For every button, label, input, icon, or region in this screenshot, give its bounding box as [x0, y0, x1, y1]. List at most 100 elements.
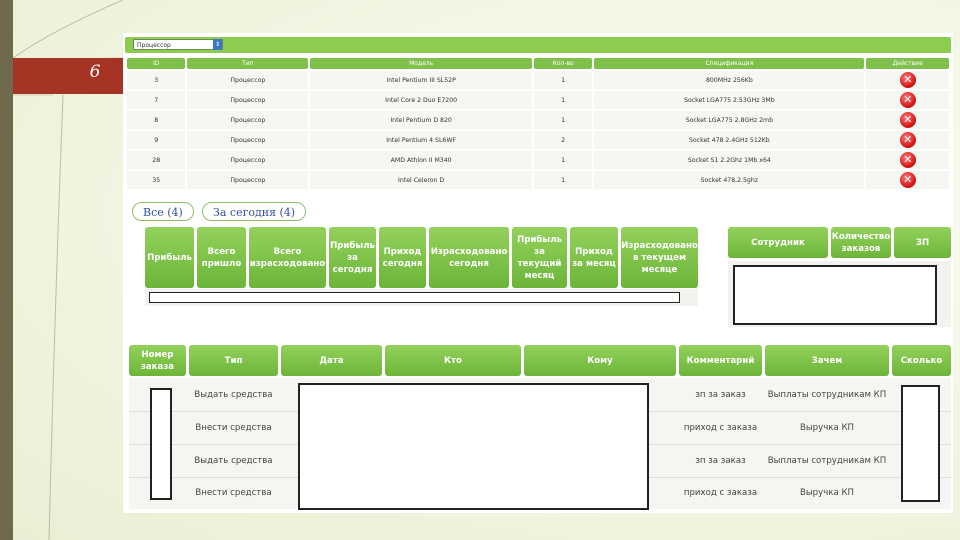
cell-type: Процессор: [187, 151, 309, 169]
cell-action: ✕: [866, 91, 949, 109]
ops-col-who: Кто: [385, 345, 521, 376]
cell-type: Процессор: [187, 71, 309, 89]
components-table: ID Тип Модель Кол-во Спецификация Действ…: [125, 56, 951, 191]
cell-model: Intel Core 2 Duo E7200: [310, 91, 532, 109]
cell-type: Процессор: [187, 171, 309, 189]
ops-cell-type: Выдать средства: [189, 379, 278, 411]
cell-spec: Socket 478 2.4GHz 512Kb: [594, 131, 865, 149]
cell-id: 8: [127, 111, 186, 129]
cell-id: 28: [127, 151, 186, 169]
cell-spec: Socket LGA775 2.8GHz 2mb: [594, 111, 865, 129]
col-spec[interactable]: Спецификация: [594, 58, 865, 69]
stats-col-profit-today: Прибыль за сегодня: [329, 227, 376, 288]
table-row: 35 Процессор Intel Celeron D 1 Socket 47…: [127, 171, 949, 189]
ops-col-to-whom: Кому: [524, 345, 676, 376]
order-number-redacted: [150, 388, 172, 500]
cell-spec: Socket S1 2.2Ghz 1Mb x64: [594, 151, 865, 169]
ops-col-comment: Комментарий: [679, 345, 762, 376]
cell-model: Intel Pentium 4 SL6WF: [310, 131, 532, 149]
col-type[interactable]: Тип: [187, 58, 309, 69]
emp-col-salary: ЗП: [894, 227, 951, 258]
stats-col-total-out: Всего израсходовано: [249, 227, 326, 288]
date-who-redacted: [298, 383, 649, 510]
cell-qty: 2: [533, 131, 593, 149]
ops-cell-type: Выдать средства: [189, 445, 278, 477]
cell-id: 9: [127, 131, 186, 149]
col-action: Действие: [866, 58, 949, 69]
delete-icon[interactable]: ✕: [899, 72, 916, 88]
emp-col-employee: Сотрудник: [728, 227, 828, 258]
ops-cell-purpose: Выручка КП: [765, 412, 889, 444]
ops-col-date: Дата: [281, 345, 382, 376]
cell-id: 3: [127, 71, 186, 89]
tab-all[interactable]: Все (4): [132, 202, 194, 221]
emp-col-order-count: Количество заказов: [831, 227, 891, 258]
ops-cell-type: Внести средства: [189, 412, 278, 444]
tab-today[interactable]: За сегодня (4): [202, 202, 307, 221]
cell-action: ✕: [866, 131, 949, 149]
ops-cell-purpose: Выплаты сотрудникам КП: [765, 379, 889, 411]
ops-cell-type: Внести средства: [189, 478, 278, 509]
cell-qty: 1: [533, 151, 593, 169]
cell-model: AMD Athlon II M340: [310, 151, 532, 169]
ops-cell-purpose: Выручка КП: [765, 478, 889, 509]
table-row: 9 Процессор Intel Pentium 4 SL6WF 2 Sock…: [127, 131, 949, 149]
emp-values-redacted: [733, 265, 937, 325]
delete-icon[interactable]: ✕: [899, 132, 916, 148]
ops-cell-comment: зп за заказ: [679, 445, 762, 477]
cell-qty: 1: [533, 71, 593, 89]
app-screenshot: Процессор ⇕ ID Тип Модель Кол-во Специфи…: [123, 33, 953, 513]
stats-col-out-today: Израсходовано сегодня: [429, 227, 509, 288]
col-qty[interactable]: Кол-во: [533, 58, 593, 69]
cell-action: ✕: [866, 171, 949, 189]
cell-action: ✕: [866, 71, 949, 89]
type-select-value: Процессор: [137, 42, 171, 49]
cell-spec: Socket 478,2.5ghz: [594, 171, 865, 189]
ops-cell-comment: зп за заказ: [679, 379, 762, 411]
ops-cell-comment: приход с заказа: [679, 478, 762, 509]
cell-id: 35: [127, 171, 186, 189]
col-id[interactable]: ID: [127, 58, 186, 69]
cell-model: Intel Pentium D 820: [310, 111, 532, 129]
ops-col-order-number: Номер заказа: [129, 345, 186, 376]
cell-spec: Socket LGA775 2.53GHz 3Mb: [594, 91, 865, 109]
stats-values-redacted: [149, 292, 680, 303]
delete-icon[interactable]: ✕: [899, 172, 916, 188]
stats-values-row: [145, 289, 698, 306]
stats-col-profit-month: Прибыль за текущий месяц: [512, 227, 567, 288]
cell-qty: 1: [533, 91, 593, 109]
table-row: 8 Процессор Intel Pentium D 820 1 Socket…: [127, 111, 949, 129]
stats-col-in-today: Приход сегодня: [379, 227, 426, 288]
cell-type: Процессор: [187, 131, 309, 149]
cell-type: Процессор: [187, 111, 309, 129]
table-row: 7 Процессор Intel Core 2 Duo E7200 1 Soc…: [127, 91, 949, 109]
stats-col-in-month: Приход за месяц: [570, 227, 618, 288]
cell-type: Процессор: [187, 91, 309, 109]
amount-redacted: [901, 385, 940, 502]
cell-qty: 1: [533, 111, 593, 129]
cell-qty: 1: [533, 171, 593, 189]
stats-col-profit: Прибыль: [145, 227, 194, 288]
table-row: 28 Процессор AMD Athlon II M340 1 Socket…: [127, 151, 949, 169]
ops-cell-comment: приход с заказа: [679, 412, 762, 444]
slide-number: 6: [89, 62, 101, 82]
cell-spec: 800MHz 256Kb: [594, 71, 865, 89]
ops-col-amount: Сколько: [892, 345, 951, 376]
table-row: 3 Процессор Intel Pentium III SL52P 1 80…: [127, 71, 949, 89]
col-model[interactable]: Модель: [310, 58, 532, 69]
ops-col-purpose: Зачем: [765, 345, 889, 376]
cell-action: ✕: [866, 151, 949, 169]
delete-icon[interactable]: ✕: [899, 112, 916, 128]
stats-col-total-in: Всего пришло: [197, 227, 246, 288]
cell-model: Intel Celeron D: [310, 171, 532, 189]
ops-col-type: Тип: [189, 345, 278, 376]
chevron-down-icon: ⇕: [213, 39, 222, 50]
stats-col-out-month: Израсходовано в текущем месяце: [621, 227, 698, 288]
filter-bar: Процессор ⇕: [125, 37, 951, 53]
type-select[interactable]: Процессор ⇕: [133, 39, 223, 50]
cell-model: Intel Pentium III SL52P: [310, 71, 532, 89]
slide-left-bar: [0, 0, 13, 540]
delete-icon[interactable]: ✕: [899, 152, 916, 168]
delete-icon[interactable]: ✕: [899, 92, 916, 108]
ops-cell-purpose: Выплаты сотрудникам КП: [765, 445, 889, 477]
